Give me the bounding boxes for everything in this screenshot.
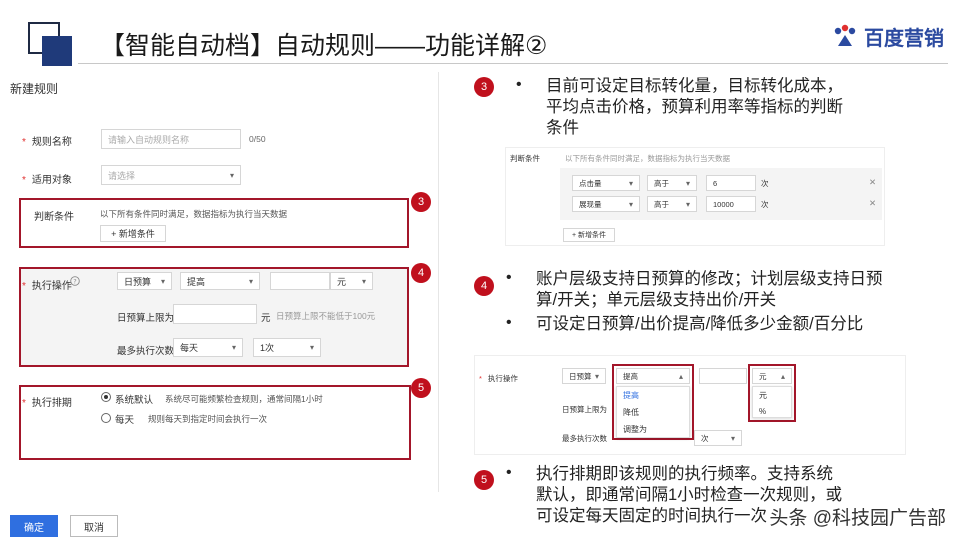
help-icon[interactable]: ? xyxy=(70,276,80,286)
shot4-menu-item: 降低 xyxy=(623,408,639,417)
shot3-value-2: 10000 xyxy=(706,196,756,212)
freq-count-select[interactable]: 1次 ▾ xyxy=(253,338,321,357)
rule-name-counter: 0/50 xyxy=(249,134,266,144)
shot4-amount-input xyxy=(699,368,747,384)
note-marker-3: 3 xyxy=(474,77,494,97)
schedule-daily-label[interactable]: 每天 xyxy=(115,412,134,426)
chevron-down-icon: ▾ xyxy=(361,276,366,286)
limit-unit: 元 xyxy=(261,313,271,324)
note-4a: 账户层级支持日预算的修改；计划层级支持日预 算/开关；单元层级支持出价/开关 xyxy=(536,270,883,309)
freq-period-select[interactable]: 每天 ▾ xyxy=(173,338,243,357)
marker-5: 5 xyxy=(411,378,431,398)
limit-label: 日预算上限为 xyxy=(117,313,175,324)
limit-input[interactable] xyxy=(173,304,257,324)
shot4-select1: 日预算 ▾ xyxy=(562,368,606,384)
brand-logo: 百度营销 xyxy=(832,22,944,51)
shot4-freq-select: 次 ▾ xyxy=(694,430,742,446)
shot4-freq-label: 最多执行次数 xyxy=(562,434,607,443)
shot3-unit-1: 次 xyxy=(761,179,769,188)
chevron-down-icon: ▾ xyxy=(229,170,234,180)
action-type-select[interactable]: 提高 ▾ xyxy=(180,272,260,290)
shot4-unit-select: 元 ▴ xyxy=(752,368,792,384)
shot4-menu-item: 提高 xyxy=(623,391,639,400)
marker-3: 3 xyxy=(411,192,431,212)
chevron-down-icon: ▾ xyxy=(160,276,165,286)
action-unit-select[interactable]: 元 ▾ xyxy=(330,272,373,290)
condition-highlight-box xyxy=(19,198,409,248)
shot4-select2: 提高 ▴ xyxy=(616,368,690,384)
freq-label: 最多执行次数 xyxy=(117,346,175,357)
title-divider xyxy=(78,63,948,64)
rule-name-input[interactable]: 请输入自动规则名称 xyxy=(101,129,241,149)
schedule-default-label[interactable]: 系统默认 xyxy=(115,392,153,406)
shot3-metric-1: 点击量 ▾ xyxy=(572,175,640,191)
confirm-button[interactable]: 确定 xyxy=(10,515,58,537)
target-select[interactable]: 请选择 ▾ xyxy=(101,165,241,185)
rule-name-label: * 规则名称 xyxy=(22,137,72,148)
schedule-default-desc: 系统尽可能频繁检查规则，通常间隔1小时 xyxy=(165,394,323,404)
note-3: 目前可设定目标转化量，目标转化成本， 平均点击价格，预算利用率等指标的判断 条件 xyxy=(546,77,843,137)
baidu-paw-icon xyxy=(834,24,856,46)
cancel-button[interactable]: 取消 xyxy=(70,515,118,537)
bullet-dot: • xyxy=(506,464,512,481)
condition-desc: 以下所有条件同时满足，数据指标为执行当天数据 xyxy=(100,209,288,219)
shot4-unit-menu: 元 % xyxy=(752,386,792,418)
schedule-label: * 执行排期 xyxy=(22,398,72,409)
shot4-dropdown-menu: 提高 降低 调整为 xyxy=(616,386,690,438)
chevron-down-icon: ▾ xyxy=(309,343,314,352)
chevron-down-icon: ▾ xyxy=(248,276,253,286)
shot3-op-2: 高于 ▾ xyxy=(647,196,697,212)
add-condition-button[interactable]: + 新增条件 xyxy=(100,225,166,242)
action-label: * 执行操作 xyxy=(22,281,72,292)
condition-label: 判断条件 xyxy=(34,212,74,223)
bullet-dot: • xyxy=(506,314,512,331)
shot4-label: * 执行操作 xyxy=(479,374,518,383)
schedule-daily-desc: 规则每天到指定时间会执行一次 xyxy=(148,414,268,424)
shot4-limit-label: 日预算上限为 xyxy=(562,405,607,414)
note-4b: 可设定日预算/出价提高/降低多少金额/百分比 xyxy=(536,315,864,333)
target-label: * 适用对象 xyxy=(22,175,72,186)
shot3-unit-2: 次 xyxy=(761,200,769,209)
note-marker-5: 5 xyxy=(474,470,494,490)
watermark: 头条 @科技园广告部 xyxy=(769,508,946,529)
page-title: 【智能自动档】自动规则——功能详解② xyxy=(100,32,548,60)
bullet-dot: • xyxy=(516,76,522,93)
shot4-unit-item: % xyxy=(759,407,767,416)
logo-square-fill xyxy=(42,36,72,66)
close-icon: ✕ xyxy=(869,177,877,187)
bullet-dot: • xyxy=(506,269,512,286)
shot3-metric-2: 展现量 ▾ xyxy=(572,196,640,212)
svg-text:?: ? xyxy=(73,277,76,285)
schedule-default-radio[interactable] xyxy=(101,392,111,402)
form-title: 新建规则 xyxy=(10,82,59,96)
marker-4: 4 xyxy=(411,263,431,283)
shot3-label: 判断条件 xyxy=(510,154,540,163)
shot4-menu-item: 调整为 xyxy=(623,425,647,434)
shot3-op-1: 高于 ▾ xyxy=(647,175,697,191)
chevron-down-icon: ▾ xyxy=(231,343,236,352)
shot4-unit-item: 元 xyxy=(759,391,767,400)
limit-hint: 日预算上限不能低于100元 xyxy=(276,311,376,321)
close-icon: ✕ xyxy=(869,198,877,208)
note-marker-4: 4 xyxy=(474,276,494,296)
action-amount-input[interactable] xyxy=(270,272,330,290)
brand-name: 百度营销 xyxy=(864,28,944,50)
schedule-daily-radio[interactable] xyxy=(101,413,111,423)
shot3-value-1: 6 xyxy=(706,175,756,191)
shot3-desc: 以下所有条件同时满足，数据指标为执行当天数据 xyxy=(565,154,730,163)
action-target-select[interactable]: 日预算 ▾ xyxy=(117,272,172,290)
shot3-add-button: + 新增条件 xyxy=(563,228,615,242)
